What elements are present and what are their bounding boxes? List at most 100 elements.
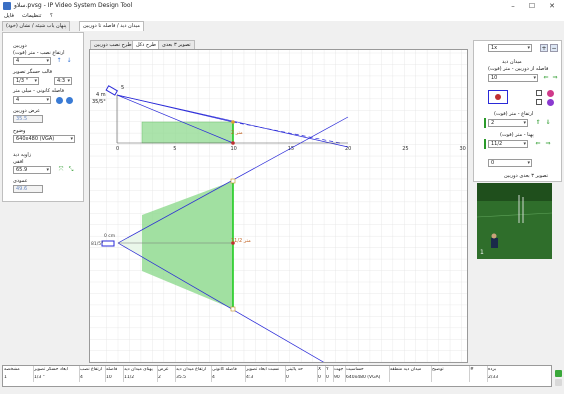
table-header-cell[interactable]: Y: [325, 367, 333, 373]
plot-canvas: 0 5 10 15 20 25 30 4 m 35/5° 5 2 متر 0 c…: [90, 50, 467, 362]
checkbox-1[interactable]: [536, 90, 542, 96]
width-shrink-icon[interactable]: ⇐: [534, 140, 542, 148]
move-left-icon[interactable]: ⇐: [542, 74, 550, 82]
height-up-icon[interactable]: ⇑: [534, 119, 542, 127]
column-divider: [285, 366, 286, 382]
horizontal-angle-select[interactable]: 65.9: [13, 166, 51, 174]
table-cell[interactable]: 2/33: [487, 375, 517, 381]
preview-index: 1: [480, 249, 484, 256]
distance-select[interactable]: 10: [488, 74, 538, 82]
add-row-icon[interactable]: [555, 370, 562, 377]
column-divider: [325, 366, 326, 382]
table-header-cell[interactable]: جهت: [333, 367, 345, 373]
top-target-bottom-marker: [230, 306, 236, 312]
view-field-panel: 1x + − میدان دید فاصله از دوربین - متر (…: [473, 40, 562, 182]
expand-icon[interactable]: ⤧: [57, 166, 65, 174]
table-header-cell[interactable]: میدان دید منطقه: [389, 367, 431, 373]
table-header-cell[interactable]: پهنای میدان دید: [123, 367, 157, 373]
target-width-select[interactable]: 11/2: [488, 140, 528, 148]
focal-length-select[interactable]: 4: [13, 96, 51, 104]
table-header-cell[interactable]: حساسیت: [345, 367, 389, 373]
camera-parameters-panel: دوربین ارتفاع نصب - متر (فوت) 4 ↑ ↓ قالب…: [2, 32, 84, 202]
table-header-cell[interactable]: #: [469, 367, 487, 373]
app-icon: [3, 2, 11, 10]
menu-extra[interactable]: ؟: [50, 13, 53, 19]
side-angle-tag: 81/5°: [91, 241, 103, 247]
table-header-cell[interactable]: برده: [487, 367, 517, 373]
collapse-icon[interactable]: ⤡: [67, 166, 75, 174]
menu-settings[interactable]: تنظیمات: [22, 13, 41, 19]
target-height-select[interactable]: 2: [488, 119, 528, 127]
table-cell[interactable]: 2: [157, 375, 175, 381]
maximize-button[interactable]: ☐: [524, 1, 540, 11]
table-header-cell[interactable]: X: [317, 367, 325, 373]
design-plot[interactable]: 0 5 10 15 20 25 30 4 m 35/5° 5 2 متر 0 c…: [89, 49, 468, 363]
move-right-icon[interactable]: ⇒: [551, 74, 559, 82]
remove-row-icon[interactable]: [555, 379, 562, 386]
minimize-button[interactable]: –: [505, 1, 521, 11]
camera-tag: 0 cm: [104, 233, 115, 239]
table-header-cell[interactable]: حد پائینی: [285, 367, 317, 373]
vertical-angle-field: 49.6: [13, 185, 43, 193]
menu-file[interactable]: فایل: [4, 13, 14, 19]
table-header-cell[interactable]: نسبت ابعاد تصویر: [245, 367, 285, 373]
height-down-icon[interactable]: ⇓: [544, 119, 552, 127]
table-header-cell[interactable]: ارتفاع نصب: [79, 367, 105, 373]
down-arrow-icon[interactable]: ↓: [65, 57, 73, 65]
x-tick-label: 20: [345, 146, 351, 152]
up-arrow-icon[interactable]: ↑: [55, 57, 63, 65]
column-divider: [123, 366, 124, 382]
table-cell[interactable]: 35.5: [175, 375, 211, 381]
camera-3d-preview[interactable]: 1: [477, 183, 552, 259]
table-cell[interactable]: 1: [3, 375, 33, 381]
table-cell[interactable]: 4:3: [245, 375, 285, 381]
table-header-cell[interactable]: عرض: [157, 367, 175, 373]
zoom-in-icon[interactable]: +: [540, 44, 548, 52]
side-view-coverage: [142, 122, 233, 143]
table-cell[interactable]: 0: [285, 375, 317, 381]
width-grow-icon[interactable]: ⇒: [544, 140, 552, 148]
table-cell[interactable]: 90: [333, 375, 345, 381]
column-divider: [469, 366, 470, 382]
tab-blind-spot[interactable]: پنهان یاب شیئه / نشان (خود): [2, 21, 71, 31]
table-cell[interactable]: 11/2: [123, 375, 157, 381]
top-view-coverage: [142, 181, 233, 309]
table-header-cell[interactable]: ابعاد حسگر تصویر: [33, 367, 79, 373]
zoom-out-icon[interactable]: −: [550, 44, 558, 52]
top-camera-icon[interactable]: [101, 240, 115, 247]
zoom-in-icon[interactable]: [56, 97, 63, 104]
table-cell[interactable]: 4: [79, 375, 105, 381]
table-cell[interactable]: 1/3 ": [33, 375, 79, 381]
table-cell[interactable]: 0: [325, 375, 333, 381]
aspect-ratio-select[interactable]: 4:3: [54, 77, 72, 85]
resolution-select[interactable]: 640x480 (VGA): [13, 135, 75, 143]
tab-field-of-view[interactable]: میدان دید / فاصله تا دوربین: [79, 21, 144, 31]
table-header-cell[interactable]: مشخصه: [3, 367, 33, 373]
target-width-label: پهنا - متر (فوت): [500, 132, 534, 138]
table-cell[interactable]: 10: [105, 375, 123, 381]
close-button[interactable]: ✕: [544, 1, 560, 11]
target-preview-box: [488, 90, 508, 104]
sensor-format-select[interactable]: 1/3 ": [13, 77, 39, 85]
zoom-select[interactable]: 1x: [488, 44, 532, 52]
checkbox-2[interactable]: [536, 99, 542, 105]
angle-select[interactable]: 0: [488, 159, 532, 167]
column-divider: [211, 366, 212, 382]
x-tick-label: 0: [116, 146, 119, 152]
column-divider: [245, 366, 246, 382]
table-cell[interactable]: 4: [211, 375, 245, 381]
table-cell[interactable]: 640x480 (VGA): [345, 375, 389, 381]
fov-label: زاویه دید: [13, 152, 32, 158]
column-divider: [317, 366, 318, 382]
color-marker-icon-2[interactable]: [547, 99, 554, 106]
table-header-cell[interactable]: توضیح: [431, 367, 469, 373]
table-header-cell[interactable]: ارتفاع میدان دید: [175, 367, 211, 373]
height-select[interactable]: 4: [13, 57, 51, 65]
height-label: ارتفاع نصب - متر (فوت): [13, 50, 65, 56]
color-marker-icon[interactable]: [547, 90, 554, 97]
table-header-cell[interactable]: فاصله: [105, 367, 123, 373]
zoom-out-icon[interactable]: [66, 97, 73, 104]
design-table[interactable]: مشخصه 1 ابعاد حسگر تصویر 1/3 " ارتفاع نصب 4 فا…: [2, 365, 552, 387]
table-cell[interactable]: 0: [317, 375, 325, 381]
table-header-cell[interactable]: فاصله کانونی: [211, 367, 245, 373]
